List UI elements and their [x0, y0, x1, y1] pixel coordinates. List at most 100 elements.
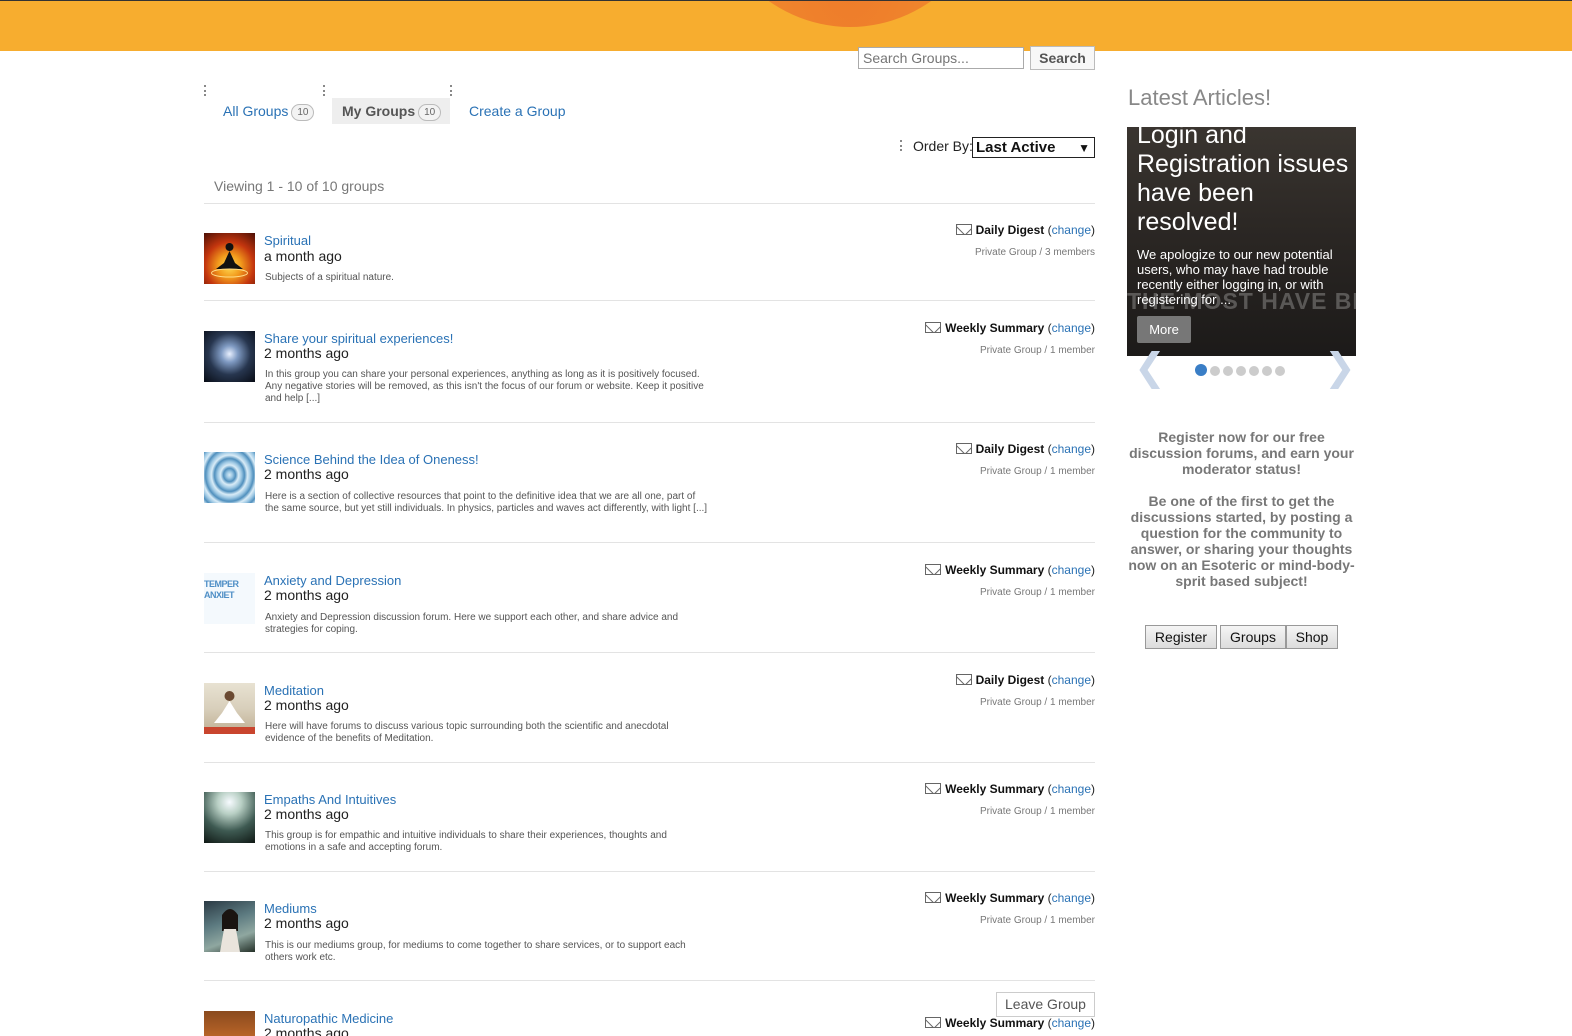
slider-dot[interactable] — [1275, 366, 1285, 376]
register-promo-text: Register now for our free discussion for… — [1129, 429, 1354, 477]
group-avatar[interactable]: TEMPER ANXIET — [204, 573, 255, 624]
header-band — [0, 1, 1572, 51]
tab-all-groups[interactable]: All Groups 10 — [213, 98, 324, 124]
group-avatar[interactable] — [204, 331, 255, 382]
slider-dot[interactable] — [1210, 366, 1220, 376]
mail-icon — [925, 564, 942, 575]
tab-label: All Groups — [223, 103, 289, 119]
divider — [204, 762, 1095, 763]
meditating-person-icon — [204, 691, 255, 734]
group-time: 2 months ago — [264, 1025, 349, 1036]
group-meta: Private Group / 3 members — [974, 247, 1095, 258]
group-description: This group is for empathic and intuitive… — [265, 830, 667, 853]
group-description: In this group you can share your persona… — [265, 369, 704, 404]
group-time: 2 months ago — [264, 587, 349, 603]
subscription-type: Weekly Summary — [945, 891, 1045, 905]
group-subscription: Daily Digest (change) — [955, 673, 1095, 687]
change-subscription-link[interactable]: change — [1052, 563, 1091, 577]
mail-icon — [925, 1017, 942, 1028]
group-meta: Private Group / 1 member — [979, 466, 1095, 477]
group-subscription: Daily Digest (change) — [955, 442, 1095, 456]
group-avatar[interactable] — [204, 792, 255, 843]
woman-portrait-icon — [220, 909, 240, 952]
group-time: 2 months ago — [264, 697, 349, 713]
divider — [204, 542, 1095, 543]
tab-count-badge: 10 — [418, 103, 442, 121]
tab-count-badge: 10 — [291, 103, 315, 121]
group-title-link[interactable]: Share your spiritual experiences! — [264, 331, 453, 346]
shop-button[interactable]: Shop — [1286, 625, 1338, 649]
group-title-link[interactable]: Anxiety and Depression — [264, 573, 401, 588]
group-title-link[interactable]: Naturopathic Medicine — [264, 1011, 393, 1026]
slider-dot[interactable] — [1195, 364, 1207, 376]
group-description: Subjects of a spiritual nature. — [265, 272, 394, 283]
search-groups-input[interactable] — [858, 47, 1024, 69]
slider-dot[interactable] — [1223, 366, 1233, 376]
divider — [204, 652, 1095, 653]
mail-icon — [955, 224, 972, 235]
slider-next-arrow-icon[interactable]: ❯ — [1324, 349, 1356, 387]
order-by-select[interactable]: Last Active ▼ — [972, 137, 1095, 158]
group-meta: Private Group / 1 member — [979, 345, 1095, 356]
slider-dot[interactable] — [1262, 366, 1272, 376]
subscription-type: Weekly Summary — [945, 1016, 1045, 1030]
search-button[interactable]: Search — [1030, 46, 1095, 70]
tab-create-group[interactable]: Create a Group — [459, 98, 576, 124]
slider-prev-arrow-icon[interactable]: ❮ — [1134, 349, 1166, 387]
group-avatar[interactable] — [204, 1011, 255, 1036]
group-title-link[interactable]: Meditation — [264, 683, 324, 698]
group-title-link[interactable]: Science Behind the Idea of Oneness! — [264, 452, 479, 467]
change-subscription-link[interactable]: change — [1052, 673, 1091, 687]
article-slider[interactable]: THE MOST HAVE BEE IN THE MATRI Login and… — [1127, 127, 1356, 356]
group-title-link[interactable]: Empaths And Intuitives — [264, 792, 396, 807]
viewing-count: Viewing 1 - 10 of 10 groups — [214, 178, 385, 194]
register-button[interactable]: Register — [1145, 625, 1217, 649]
divider — [204, 980, 1095, 981]
discussion-promo-text: Be one of the first to get the discussio… — [1128, 493, 1355, 589]
group-description: This is our mediums group, for mediums t… — [265, 940, 686, 963]
group-time: 2 months ago — [264, 806, 349, 822]
drag-handle — [450, 85, 453, 96]
group-avatar[interactable] — [204, 901, 255, 952]
sidebar-title: Latest Articles! — [1128, 85, 1272, 110]
group-subscription: Weekly Summary (change) — [925, 891, 1095, 905]
slider-dot[interactable] — [1249, 366, 1259, 376]
group-time: 2 months ago — [264, 466, 349, 482]
drag-handle — [323, 85, 326, 96]
group-subscription: Daily Digest (change) — [955, 223, 1095, 237]
subscription-type: Weekly Summary — [945, 321, 1045, 335]
change-subscription-link[interactable]: change — [1052, 782, 1091, 796]
slider-dot[interactable] — [1236, 366, 1246, 376]
group-title-link[interactable]: Spiritual — [264, 233, 311, 248]
subscription-type: Daily Digest — [975, 442, 1045, 456]
avatar-word-cloud: TEMPER ANXIET — [204, 579, 239, 600]
group-time: a month ago — [264, 248, 342, 264]
group-subscription: Weekly Summary (change) — [925, 782, 1095, 796]
group-meta: Private Group / 1 member — [979, 587, 1095, 598]
slide-title: Login and Registration issues have been … — [1137, 127, 1349, 236]
group-avatar[interactable] — [204, 683, 255, 734]
change-subscription-link[interactable]: change — [1052, 321, 1091, 335]
change-subscription-link[interactable]: change — [1052, 891, 1091, 905]
mail-icon — [955, 443, 972, 454]
change-subscription-link[interactable]: change — [1052, 442, 1091, 456]
group-subscription: Weekly Summary (change) — [925, 1016, 1095, 1030]
group-title-link[interactable]: Mediums — [264, 901, 317, 916]
slide-more-button[interactable]: More — [1137, 316, 1191, 343]
divider — [204, 871, 1095, 872]
group-avatar[interactable] — [204, 452, 255, 503]
divider — [204, 300, 1095, 301]
order-by-label: Order By: — [913, 138, 973, 154]
change-subscription-link[interactable]: change — [1052, 223, 1091, 237]
tab-my-groups[interactable]: My Groups 10 — [332, 98, 450, 124]
drag-handle — [204, 85, 207, 96]
slide-excerpt: We apologize to our new potential users,… — [1137, 247, 1333, 307]
mail-icon — [925, 892, 942, 903]
group-meta: Private Group / 1 member — [979, 915, 1095, 926]
groups-button[interactable]: Groups — [1220, 625, 1286, 649]
subscription-type: Weekly Summary — [945, 563, 1045, 577]
group-avatar[interactable] — [204, 233, 255, 284]
header-arc-graphic — [700, 1, 1000, 27]
group-meta: Private Group / 1 member — [979, 697, 1095, 708]
change-subscription-link[interactable]: change — [1052, 1016, 1091, 1030]
